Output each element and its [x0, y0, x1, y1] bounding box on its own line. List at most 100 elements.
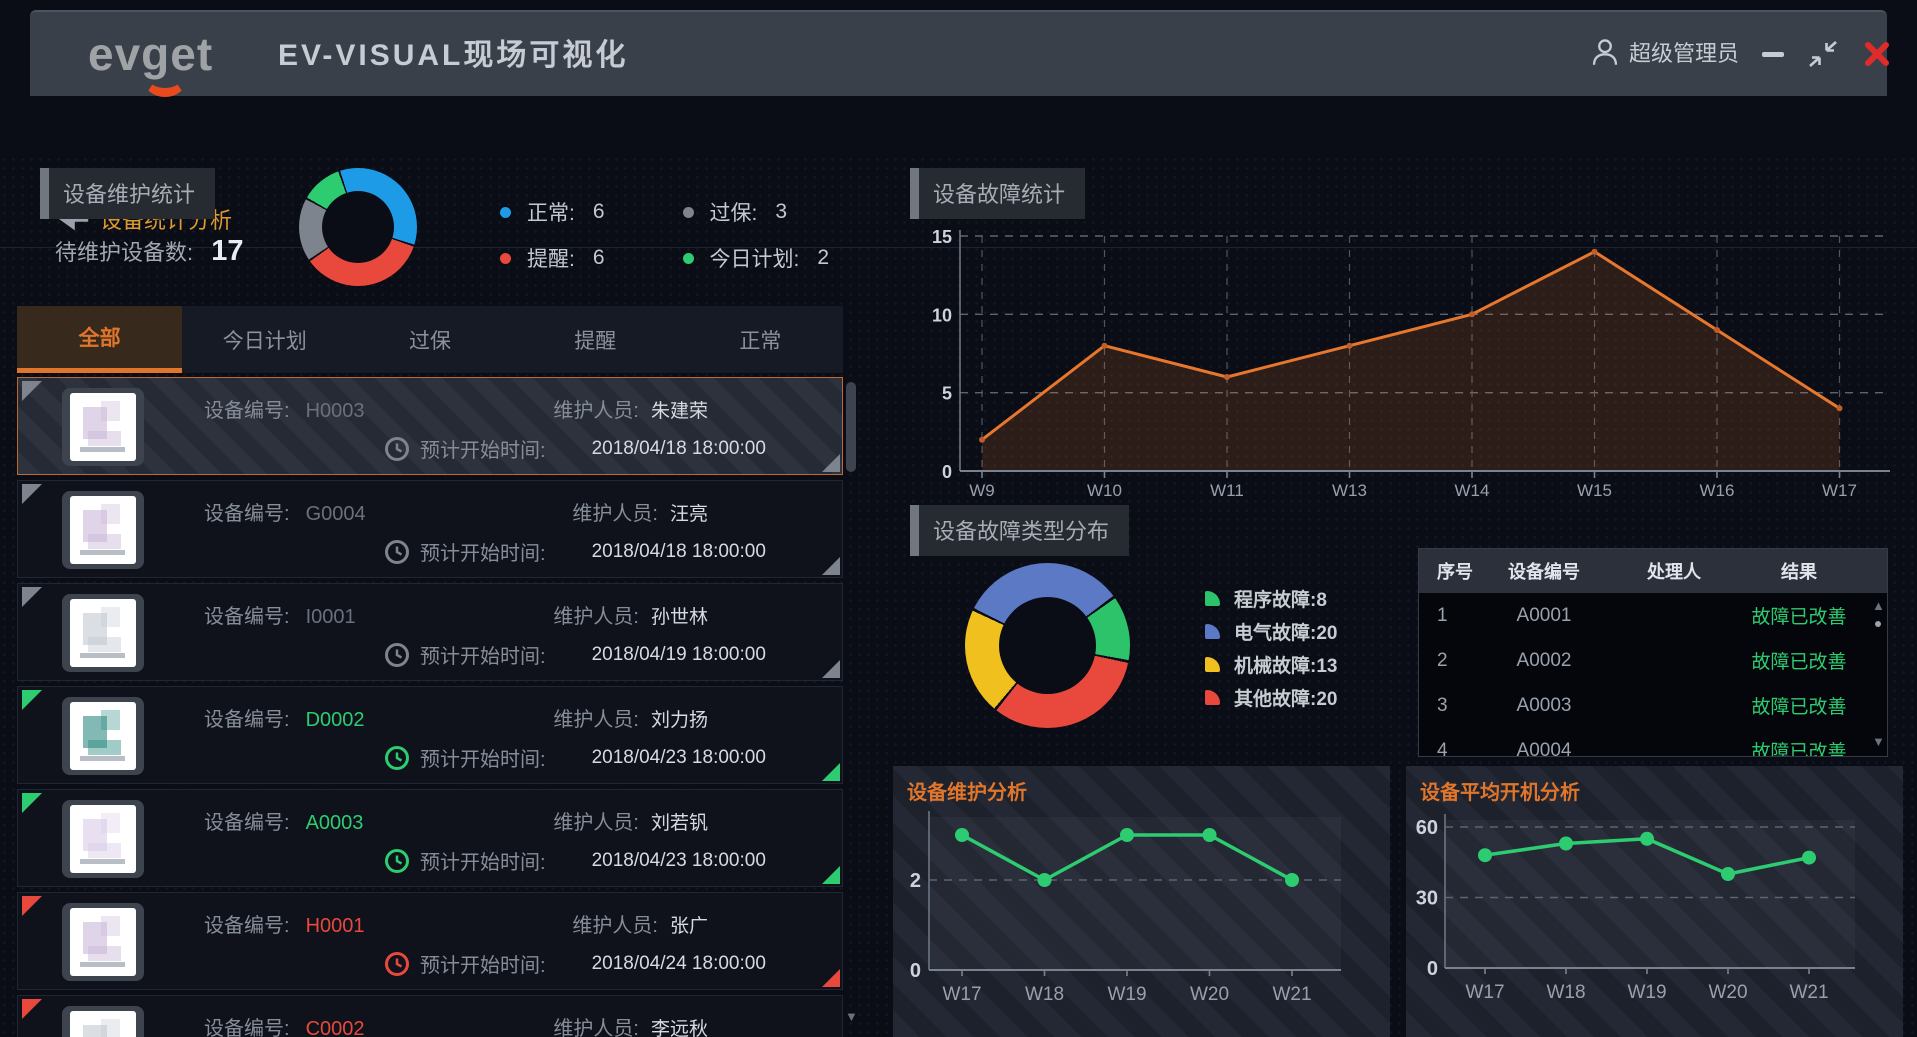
- app-title: EV-VISUAL现场可视化: [278, 12, 628, 96]
- device-code-label: 设备编号:: [204, 709, 290, 731]
- maintainer-row: 维护人员:刘力扬: [553, 703, 708, 732]
- donut-hole: [322, 191, 394, 263]
- maintainer-name: 李远秋: [651, 1019, 708, 1037]
- evget-logo: evget: [88, 24, 213, 84]
- cell-no: 3: [1419, 695, 1479, 717]
- user-account[interactable]: 超级管理员: [1591, 36, 1739, 68]
- device-card-I0001[interactable]: 设备编号:I0001维护人员:孙世林预计开始时间:2018/04/19 18:0…: [17, 583, 843, 681]
- scroll-up-icon[interactable]: ▲: [1872, 599, 1885, 612]
- svg-text:W17: W17: [1822, 481, 1857, 500]
- device-thumbnail-image: [70, 702, 136, 770]
- minimize-button[interactable]: [1756, 38, 1790, 70]
- scroll-down-icon[interactable]: ▼: [1872, 735, 1885, 748]
- device-card-A0003[interactable]: 设备编号:A0003维护人员:刘若钒预计开始时间:2018/04/23 18:0…: [17, 789, 843, 887]
- device-card-G0004[interactable]: 设备编号:G0004维护人员:汪亮预计开始时间:2018/04/18 18:00…: [17, 480, 843, 578]
- legend-item[interactable]: 电气故障:20: [1205, 615, 1337, 648]
- pending-label: 待维护设备数:: [55, 240, 193, 265]
- donut-hole: [999, 597, 1096, 694]
- maintenance-analysis-chart: W17W18W19W20W2102: [899, 804, 1384, 1029]
- panel-title-uptime-analysis: 设备平均开机分析: [1420, 776, 1580, 805]
- maintainer-name: 张广: [670, 916, 708, 937]
- maintainer-row: 维护人员:李远秋: [553, 1012, 708, 1037]
- legend-item[interactable]: 程序故障:8: [1205, 582, 1337, 615]
- tab-今日计划[interactable]: 今日计划: [182, 306, 347, 373]
- table-header-cell: 处理人: [1609, 558, 1739, 584]
- maintenance-analysis-panel: 设备维护分析 W17W18W19W20W2102: [893, 766, 1390, 1037]
- device-code: H0003: [306, 400, 365, 422]
- table-row[interactable]: 2A0002故障已改善: [1419, 638, 1887, 683]
- device-thumbnail: [62, 800, 144, 878]
- tab-过保[interactable]: 过保: [347, 306, 512, 373]
- svg-text:W20: W20: [1190, 984, 1229, 1005]
- device-thumbnail: [62, 697, 144, 775]
- table-row[interactable]: 4A0004故障已改善: [1419, 728, 1887, 756]
- svg-text:W18: W18: [1025, 984, 1064, 1005]
- restore-icon: [1808, 40, 1838, 68]
- legend-item[interactable]: 过保:3: [683, 197, 830, 227]
- start-time-label: 预计开始时间:: [420, 949, 546, 978]
- status-corner-icon: [22, 999, 42, 1019]
- section-title-maintenance: 设备维护统计: [40, 168, 215, 219]
- pending-count-row: 待维护设备数: 17: [55, 235, 244, 268]
- scrollbar-thumb[interactable]: [846, 382, 856, 472]
- svg-text:W15: W15: [1577, 481, 1612, 500]
- uptime-analysis-panel: 设备平均开机分析 W17W18W19W20W2103060: [1406, 766, 1903, 1037]
- close-button[interactable]: [1860, 38, 1894, 70]
- device-code-label: 设备编号:: [204, 503, 290, 525]
- device-code-label: 设备编号:: [204, 915, 290, 937]
- svg-text:W21: W21: [1272, 984, 1311, 1005]
- cell-device-code: A0004: [1479, 740, 1609, 757]
- tab-提醒[interactable]: 提醒: [513, 306, 678, 373]
- fault-statistics-line-chart: W9W10W11W13W14W15W16W17051015: [930, 208, 1895, 503]
- scroll-down-icon[interactable]: ▼: [845, 1010, 858, 1023]
- legend-item[interactable]: 其他故障:20: [1205, 681, 1337, 714]
- device-card-C0002[interactable]: 设备编号:C0002维护人员:李远秋预计开始时间:: [17, 995, 843, 1037]
- svg-text:0: 0: [910, 960, 921, 982]
- device-card-H0001[interactable]: 设备编号:H0001维护人员:张广预计开始时间:2018/04/24 18:00…: [17, 892, 843, 990]
- legend-item[interactable]: 正常:6: [500, 197, 605, 227]
- start-time-value: 2018/04/24 18:00:00: [592, 953, 766, 975]
- fault-table-header: 序号设备编号处理人结果: [1419, 549, 1887, 593]
- breadcrumb: 设备统计分析: [0, 96, 1917, 151]
- pending-count: 17: [211, 235, 243, 267]
- legend-item[interactable]: 提醒:6: [500, 243, 605, 273]
- table-row[interactable]: 1A0001故障已改善: [1419, 593, 1887, 638]
- status-corner-icon: [22, 587, 42, 607]
- table-row[interactable]: 3A0003故障已改善: [1419, 683, 1887, 728]
- legend-fan-icon: [1205, 591, 1220, 606]
- legend-item[interactable]: 今日计划:2: [683, 243, 830, 273]
- legend-dot-icon: [500, 207, 511, 218]
- device-code-label: 设备编号:: [204, 812, 290, 834]
- logo-smile-icon: [144, 64, 186, 97]
- start-time-label: 预计开始时间:: [420, 537, 546, 566]
- cell-result: 故障已改善: [1739, 602, 1859, 629]
- restore-button[interactable]: [1806, 38, 1840, 70]
- app-window: evget EV-VISUAL现场可视化 超级管理员: [0, 0, 1917, 1037]
- device-thumbnail-image: [70, 805, 136, 873]
- status-corner-icon: [822, 866, 840, 884]
- legend-label: 机械故障:13: [1234, 651, 1337, 678]
- maintainer-name: 刘若钒: [651, 813, 708, 834]
- svg-text:W20: W20: [1708, 982, 1747, 1003]
- legend-fan-icon: [1205, 657, 1220, 672]
- svg-text:0: 0: [1427, 958, 1438, 980]
- maintainer-name: 刘力扬: [651, 710, 708, 731]
- legend-item[interactable]: 机械故障:13: [1205, 648, 1337, 681]
- svg-text:W9: W9: [969, 481, 995, 500]
- tab-全部[interactable]: 全部: [17, 306, 182, 373]
- device-card-D0002[interactable]: 设备编号:D0002维护人员:刘力扬预计开始时间:2018/04/23 18:0…: [17, 686, 843, 784]
- maintainer-label: 维护人员:: [553, 812, 639, 834]
- device-card-H0003[interactable]: 设备编号:H0003维护人员:朱建荣预计开始时间:2018/04/18 18:0…: [17, 377, 843, 475]
- maintainer-label: 维护人员:: [553, 400, 639, 422]
- maintainer-name: 孙世林: [651, 607, 708, 628]
- svg-text:W21: W21: [1789, 982, 1828, 1003]
- device-thumbnail: [62, 594, 144, 672]
- device-code-label: 设备编号:: [204, 606, 290, 628]
- clock-icon: [384, 951, 410, 977]
- tab-正常[interactable]: 正常: [678, 306, 843, 373]
- start-time-row: 预计开始时间:2018/04/18 18:00:00: [384, 537, 766, 566]
- svg-text:2: 2: [910, 870, 921, 892]
- start-time-value: 2018/04/18 18:00:00: [592, 438, 766, 460]
- maintainer-label: 维护人员:: [572, 915, 658, 937]
- scrollbar-dot: [1875, 621, 1881, 627]
